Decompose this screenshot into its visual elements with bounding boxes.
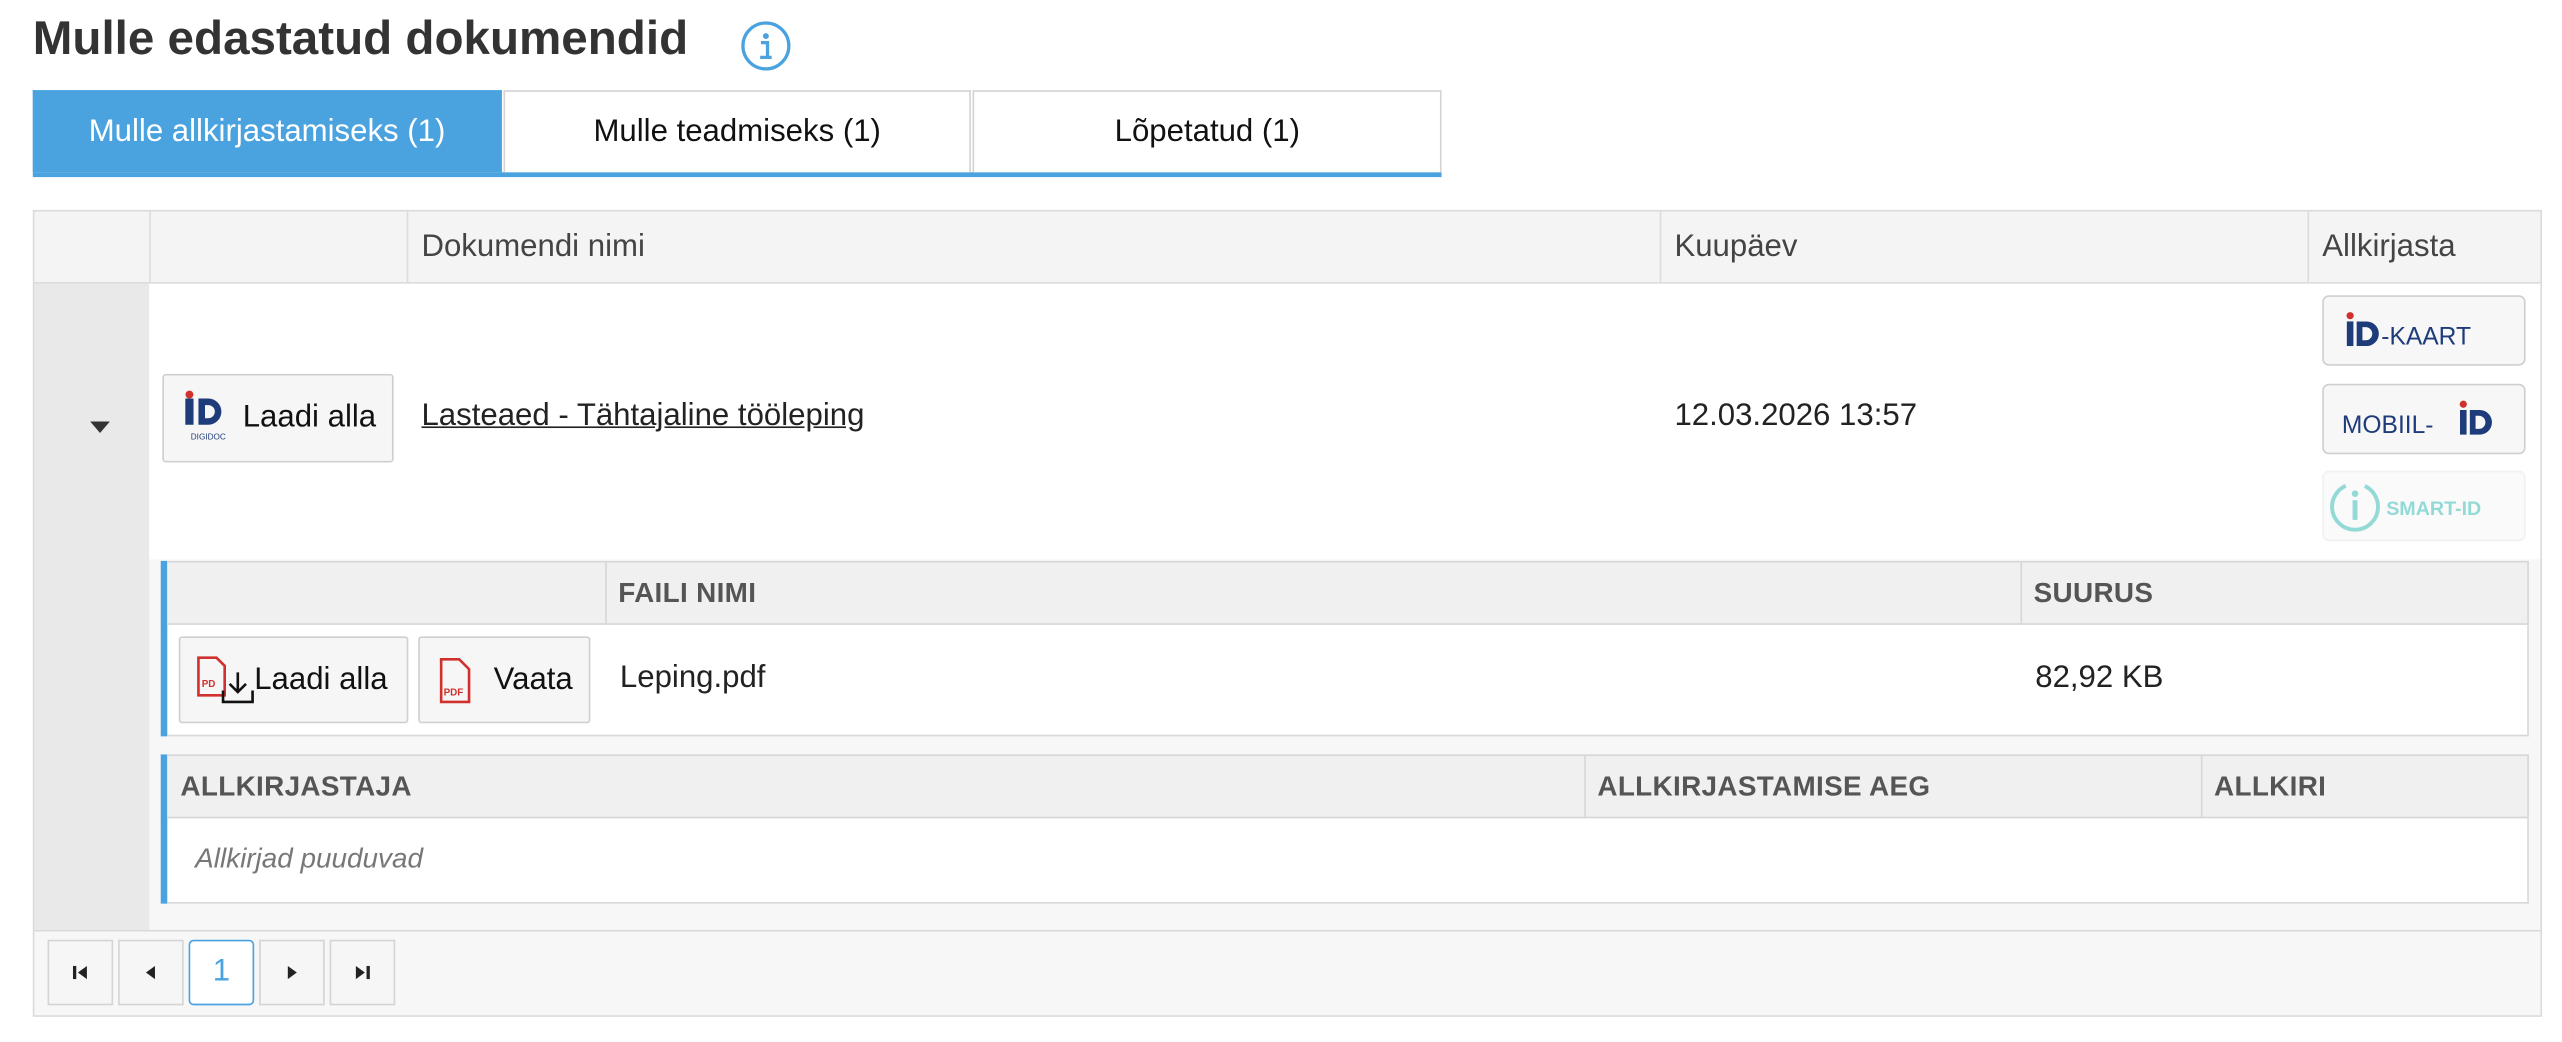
previous-page-icon bbox=[145, 965, 155, 980]
svg-text:PD: PD bbox=[202, 678, 216, 689]
document-row: DIGIDOC Laadi alla Lasteaed - Tähtajalin… bbox=[149, 283, 2541, 560]
column-header-document-name[interactable]: Dokumendi nimi bbox=[408, 212, 644, 284]
column-header-signature: ALLKIRI bbox=[2214, 770, 2327, 802]
pdf-icon: PDF bbox=[439, 657, 471, 703]
svg-text:PDF: PDF bbox=[444, 687, 464, 698]
next-page-button[interactable] bbox=[259, 939, 325, 1006]
next-page-icon bbox=[287, 965, 297, 980]
digidoc-icon: DIGIDOC bbox=[185, 390, 226, 442]
svg-text:MOBIIL-: MOBIIL- bbox=[2342, 411, 2434, 438]
signatures-table: ALLKIRJASTAJA ALLKIRJASTAMISE AEG ALLKIR… bbox=[160, 754, 2529, 904]
pdf-download-icon: PD bbox=[197, 655, 254, 703]
tab-bar: Mulle allkirjastamiseks (1) Mulle teadmi… bbox=[32, 90, 1442, 178]
signatures-table-header: ALLKIRJASTAJA ALLKIRJASTAMISE AEG ALLKIR… bbox=[167, 754, 2529, 819]
collapse-row-toggle[interactable] bbox=[90, 421, 110, 433]
last-page-button[interactable] bbox=[329, 939, 396, 1006]
page-title: Mulle edastatud dokumendid bbox=[32, 13, 689, 66]
grid-header: Dokumendi nimi Kuupäev Allkirjasta bbox=[34, 211, 2541, 284]
smart-id-logo: SMART-ID bbox=[2330, 481, 2481, 531]
documents-grid: Dokumendi nimi Kuupäev Allkirjasta DIGID… bbox=[32, 209, 2542, 1017]
column-header-signer: ALLKIRJASTAJA bbox=[180, 770, 412, 802]
expand-column bbox=[34, 283, 150, 930]
column-header-file-name: FAILI NIMI bbox=[618, 577, 757, 609]
file-download-label: Laadi alla bbox=[254, 661, 388, 697]
pager: 1 bbox=[34, 929, 2541, 1016]
document-date: 12.03.2026 13:57 bbox=[1674, 398, 1918, 433]
column-divider bbox=[149, 211, 151, 284]
svg-text:DIGIDOC: DIGIDOC bbox=[191, 433, 226, 442]
signatures-empty-row: Allkirjad puuduvad bbox=[167, 818, 2529, 904]
document-name-link[interactable]: Lasteaed - Tähtajaline tööleping bbox=[421, 399, 864, 435]
svg-text:-KAART: -KAART bbox=[2381, 323, 2471, 350]
id-card-logo: -KAART bbox=[2346, 311, 2471, 350]
first-page-button[interactable] bbox=[47, 939, 114, 1006]
file-download-button[interactable]: PD Laadi alla bbox=[178, 636, 409, 724]
column-header-size: SUURUS bbox=[2033, 577, 2154, 609]
column-header-sign: Allkirjasta bbox=[2322, 229, 2456, 265]
sign-with-mobile-id-button[interactable]: MOBIIL- bbox=[2322, 383, 2526, 455]
file-view-label: Vaata bbox=[493, 661, 573, 697]
download-container-button[interactable]: DIGIDOC Laadi alla bbox=[162, 373, 394, 463]
tab-for-signing[interactable]: Mulle allkirjastamiseks (1) bbox=[32, 90, 502, 173]
sign-with-id-card-button[interactable]: -KAART bbox=[2322, 295, 2526, 366]
files-table: FAILI NIMI SUURUS PD Laadi alla PDF Vaat… bbox=[160, 560, 2529, 737]
mobile-id-logo: MOBIIL- bbox=[2342, 399, 2492, 438]
page-number-button[interactable]: 1 bbox=[188, 939, 255, 1006]
file-row: PD Laadi alla PDF Vaata Leping.pdf 82,92… bbox=[167, 624, 2529, 737]
column-header-date[interactable]: Kuupäev bbox=[1661, 212, 1797, 284]
last-page-icon bbox=[355, 965, 370, 980]
no-signatures-text: Allkirjad puuduvad bbox=[195, 842, 423, 875]
sign-with-smart-id-button[interactable]: SMART-ID bbox=[2322, 470, 2526, 542]
download-label: Laadi alla bbox=[242, 400, 377, 435]
info-icon[interactable] bbox=[740, 20, 792, 72]
file-size: 82,92 KB bbox=[2035, 660, 2164, 696]
tab-completed[interactable]: Lõpetatud (1) bbox=[973, 90, 1442, 173]
first-page-icon bbox=[72, 965, 87, 980]
column-header-signing-time: ALLKIRJASTAMISE AEG bbox=[1597, 770, 1931, 802]
file-view-button[interactable]: PDF Vaata bbox=[418, 636, 591, 724]
tab-for-information[interactable]: Mulle teadmiseks (1) bbox=[502, 90, 972, 173]
files-table-header: FAILI NIMI SUURUS bbox=[167, 560, 2529, 625]
svg-text:SMART-ID: SMART-ID bbox=[2386, 497, 2481, 519]
previous-page-button[interactable] bbox=[118, 939, 184, 1006]
file-name: Leping.pdf bbox=[619, 660, 766, 696]
